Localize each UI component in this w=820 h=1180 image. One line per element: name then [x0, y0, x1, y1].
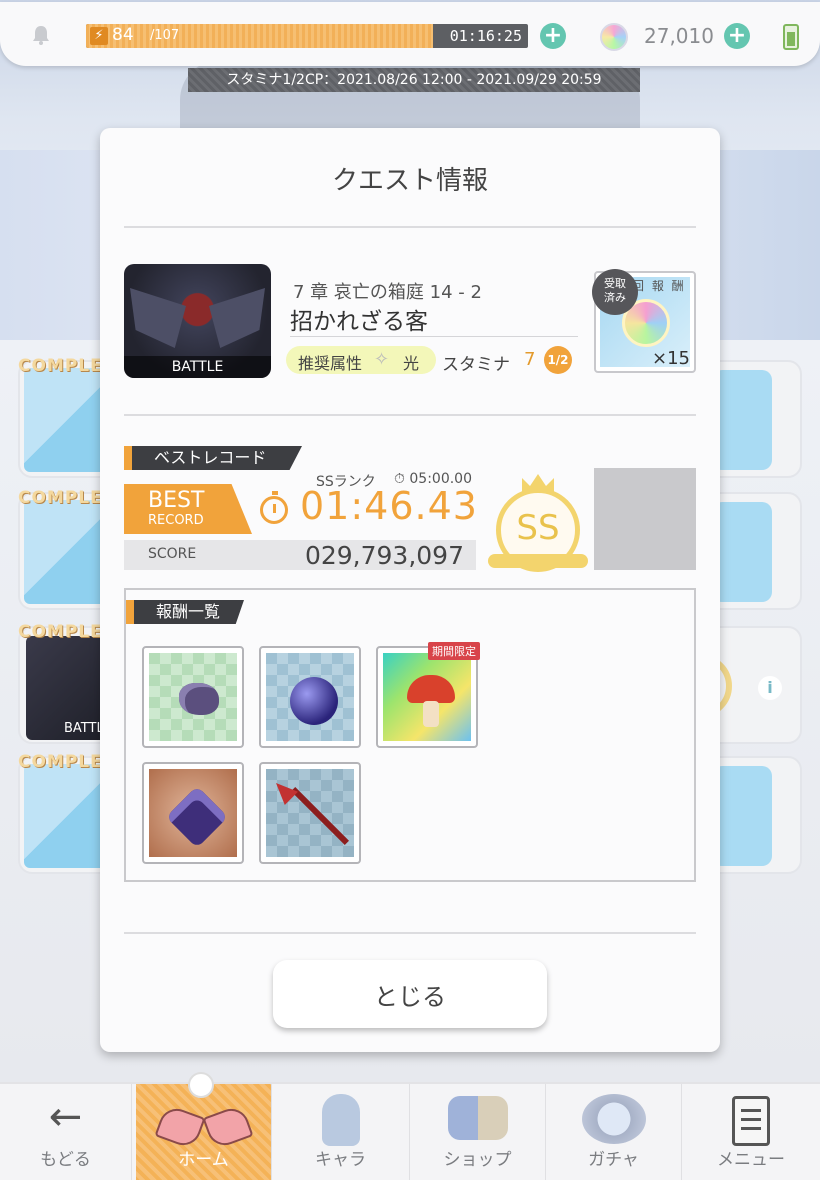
score-label: SCORE [148, 546, 197, 562]
spear-icon [291, 787, 349, 845]
reward-tile [149, 769, 237, 857]
reward-item[interactable] [259, 762, 361, 864]
status-bar: ⚡ 84 /107 01:16:25 + 27,010 + [0, 2, 820, 66]
stamina-timer: 01:16:25 [449, 27, 522, 45]
best-time: 01:46.43 [300, 484, 478, 528]
card-thumbnail [24, 368, 110, 472]
reward-list-tag: 報酬一覧 [126, 600, 244, 624]
nav-gacha[interactable]: ガチャ [546, 1084, 682, 1180]
reward-tile [149, 653, 237, 741]
speech-bubble [712, 766, 772, 866]
quest-chapter: 7 章 哀亡の箱庭 14 - 2 [293, 282, 482, 303]
divider [124, 226, 696, 228]
nav-label: メニュー [717, 1150, 785, 1170]
nav-back[interactable]: ← もどる [0, 1084, 132, 1180]
best-record-tag: ベストレコード [124, 446, 302, 470]
divider [124, 932, 696, 934]
nav-shop[interactable]: ショップ [410, 1084, 546, 1180]
notification-dot [188, 1072, 214, 1098]
nav-label: キャラ [315, 1150, 366, 1170]
character-icon [321, 1094, 360, 1146]
ore-icon [179, 683, 219, 715]
gem-count: 27,010 [644, 24, 714, 48]
stamina-fill [86, 24, 433, 48]
nav-home[interactable]: ホーム [136, 1084, 272, 1180]
speech-bubble [712, 370, 772, 470]
home-icon [159, 1102, 249, 1146]
stamina-max: /107 [150, 28, 180, 43]
limited-time-tag: 期間限定 [428, 642, 480, 660]
stamina-bar: ⚡ 84 /107 01:16:25 [86, 24, 528, 48]
shop-icon [447, 1096, 508, 1140]
purple-gem-icon [165, 785, 229, 849]
nav-label: ガチャ [588, 1150, 639, 1170]
stamina-cost-value: 7 [524, 349, 536, 370]
reward-list-panel: 報酬一覧 期間限定 [124, 588, 696, 882]
stamina-cost-label: スタミナ [442, 355, 510, 375]
reward-tile [266, 653, 354, 741]
reward-tile [383, 653, 471, 741]
quest-name: 招かれざる客 [290, 309, 428, 335]
speech-bubble [712, 502, 772, 602]
quest-info-dialog: クエスト情報 BATTLE 7 章 哀亡の箱庭 14 - 2 招かれざる客 推奨… [100, 128, 720, 1052]
gacha-icon [581, 1094, 646, 1144]
best-record-badge: BEST RECORD [124, 484, 252, 534]
reward-caption: 回 報 酬 [632, 279, 686, 293]
score-bar: SCORE 029,793,097 [124, 540, 476, 570]
add-stamina-button[interactable]: + [540, 23, 566, 49]
campaign-banner: スタミナ1/2CP：2021.08/26 12:00 - 2021.09/29 … [188, 68, 640, 92]
best-label: BEST [148, 488, 205, 513]
battery-icon [783, 24, 799, 50]
card-thumbnail [24, 764, 110, 868]
record-label: RECORD [148, 513, 204, 528]
medal-ribbon [488, 554, 588, 568]
close-button[interactable]: とじる [273, 960, 547, 1028]
divider [290, 336, 578, 337]
first-clear-reward[interactable]: 回 報 酬 ×15 受取 済み [592, 269, 696, 373]
bottom-nav: ← もどる ホーム キャラ ショップ ガチャ メニュー [0, 1082, 820, 1180]
reward-tile [266, 769, 354, 857]
divider [124, 414, 696, 416]
nav-menu[interactable]: メニュー [682, 1084, 820, 1180]
stamina-current: 84 [112, 25, 134, 45]
bell-icon[interactable] [30, 24, 52, 46]
lightning-icon: ⚡ [90, 27, 108, 45]
stopwatch-icon [260, 491, 288, 524]
attribute-label: 推奨属性 [298, 354, 363, 373]
reward-quantity: ×15 [652, 348, 690, 369]
ss-rank-medal: SS [488, 472, 588, 572]
rank-label: SS [516, 508, 560, 548]
gem-icon [600, 23, 628, 51]
received-stamp: 受取 済み [592, 269, 638, 315]
score-value: 029,793,097 [304, 541, 464, 570]
boss-wing [209, 288, 265, 348]
mushroom-icon [407, 675, 455, 703]
boss-wing [130, 288, 186, 348]
nav-label: ホーム [178, 1150, 229, 1170]
reward-item[interactable] [259, 646, 361, 748]
quest-thumbnail: BATTLE [124, 264, 271, 378]
nav-label: もどる [40, 1150, 91, 1170]
nav-label: ショップ [443, 1150, 512, 1170]
add-gem-button[interactable]: + [724, 23, 750, 49]
dialog-title: クエスト情報 [331, 166, 488, 196]
card-thumbnail [24, 500, 110, 604]
dark-orb-icon [290, 677, 338, 725]
empty-slot [594, 468, 696, 570]
info-icon[interactable]: i [758, 676, 782, 700]
battle-label: BATTLE [124, 356, 271, 378]
reward-item[interactable] [142, 762, 244, 864]
back-arrow-icon: ← [48, 1094, 83, 1140]
nav-chara[interactable]: キャラ [272, 1084, 410, 1180]
menu-icon [732, 1096, 770, 1146]
half-stamina-badge: 1/2 [544, 346, 572, 374]
reward-item[interactable]: 期間限定 [376, 642, 480, 748]
light-attribute-icon: ✧ [374, 349, 390, 370]
recommended-attribute: 推奨属性 ✧ 光 [286, 346, 436, 374]
attribute-value: 光 [403, 354, 420, 373]
mushroom-stem [423, 701, 439, 727]
reward-item[interactable] [142, 646, 244, 748]
